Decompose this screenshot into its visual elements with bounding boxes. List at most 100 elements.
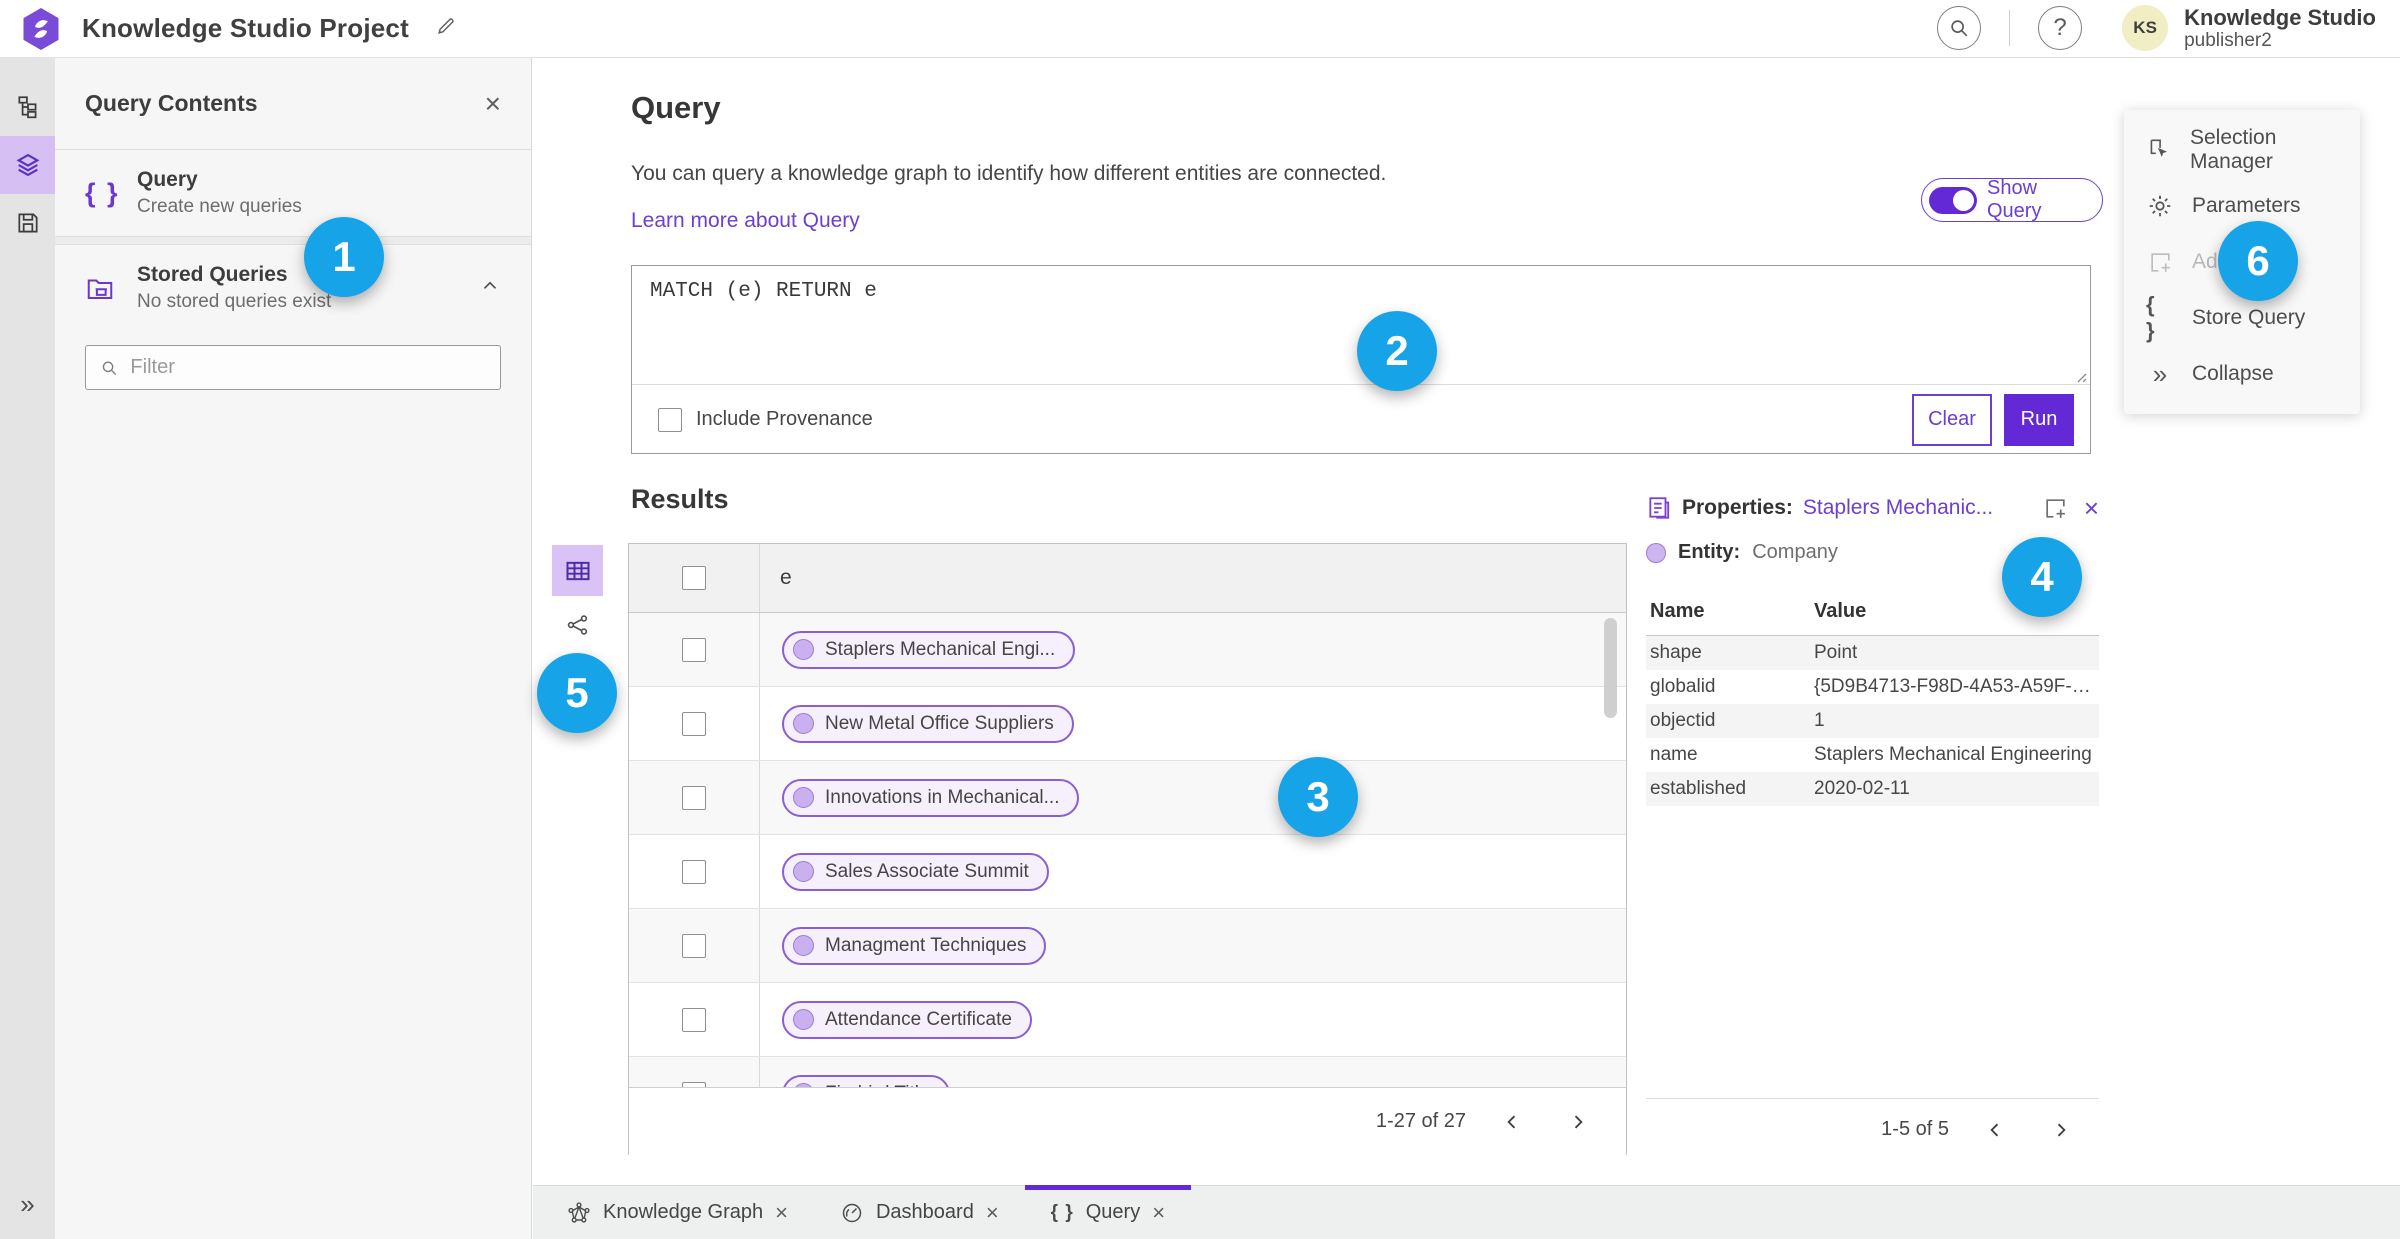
property-name: name — [1650, 744, 1698, 765]
properties-table: Name Value shape Point globalid {5D9B471… — [1646, 600, 2099, 806]
entity-dot-icon — [793, 787, 814, 808]
user-role: publisher2 — [2184, 30, 2272, 52]
clear-button[interactable]: Clear — [1912, 393, 1992, 446]
table-row[interactable]: Firebird Title — [629, 1057, 1626, 1087]
close-tab-icon[interactable]: × — [986, 1201, 999, 1224]
properties-prev-page-button[interactable] — [1975, 1110, 2015, 1150]
select-all-checkbox[interactable] — [682, 566, 706, 590]
close-properties-icon[interactable]: × — [2084, 495, 2099, 521]
collapse-icon: » — [2152, 359, 2168, 389]
search-icon — [1951, 20, 1968, 37]
row-checkbox[interactable] — [682, 711, 706, 736]
user-info: Knowledge Studio publisher2 — [2184, 5, 2376, 52]
edit-title-icon[interactable] — [435, 15, 457, 42]
results-table-header: e — [629, 544, 1626, 613]
properties-label: Properties: — [1682, 496, 1793, 519]
knowledge-graph-icon — [568, 1201, 590, 1223]
tab-knowledge-graph[interactable]: Knowledge Graph × — [541, 1186, 814, 1239]
graph-view-button[interactable] — [552, 596, 603, 654]
table-row[interactable]: Attendance Certificate — [629, 983, 1626, 1057]
properties-next-page-button[interactable] — [2041, 1110, 2081, 1150]
property-name: globalid — [1650, 676, 1716, 697]
knowledge-studio-logo-icon — [23, 7, 59, 50]
results-column-header: e — [780, 566, 792, 589]
property-value: 1 — [1814, 710, 1825, 731]
rail-item-layers[interactable] — [0, 136, 55, 194]
entity-pill[interactable]: Sales Associate Summit — [782, 852, 1049, 891]
close-panel-icon[interactable]: × — [485, 89, 501, 118]
app-header: Knowledge Studio Project ? KS Knowledge … — [0, 0, 2400, 58]
include-provenance-checkbox[interactable] — [658, 407, 682, 432]
learn-more-link[interactable]: Learn more about Query — [631, 209, 860, 233]
entity-pill[interactable]: Firebird Title — [782, 1074, 950, 1088]
row-checkbox[interactable] — [682, 859, 706, 884]
collapse-section-icon[interactable] — [479, 275, 501, 302]
entity-dot-icon — [793, 713, 814, 734]
run-button[interactable]: Run — [2004, 393, 2074, 446]
tab-dashboard[interactable]: Dashboard × — [814, 1186, 1025, 1239]
table-row[interactable]: Sales Associate Summit — [629, 835, 1626, 909]
entity-pill-label: Firebird Title — [825, 1083, 930, 1088]
add-selection-icon — [2150, 252, 2170, 272]
header-divider — [2009, 10, 2011, 47]
query-tool-item[interactable]: { } Query Create new queries — [55, 150, 531, 236]
property-value: 2020-02-11 — [1814, 778, 1910, 799]
property-row: established 2020-02-11 — [1646, 772, 2099, 806]
results-scrollbar-thumb[interactable] — [1604, 618, 1617, 718]
rail-item-hierarchy[interactable] — [0, 78, 55, 136]
expand-panel-icon[interactable]: » — [0, 1169, 55, 1239]
show-query-label: Show Query — [1987, 177, 2042, 222]
entity-pill[interactable]: Innovations in Mechanical... — [782, 778, 1080, 817]
results-next-page-button[interactable] — [1558, 1102, 1598, 1142]
filter-search-icon — [102, 361, 117, 375]
properties-header: Properties: Staplers Mechanic... × — [1646, 495, 2099, 521]
entity-pill[interactable]: New Metal Office Suppliers — [782, 704, 1074, 743]
left-rail: » — [0, 58, 55, 1239]
row-checkbox[interactable] — [682, 637, 706, 662]
user-name: Knowledge Studio — [2184, 4, 2376, 30]
filter-input[interactable] — [130, 356, 486, 379]
query-item-label: Query — [137, 168, 198, 191]
table-row[interactable]: Innovations in Mechanical... — [629, 761, 1626, 835]
row-checkbox[interactable] — [682, 1081, 706, 1087]
show-query-toggle[interactable]: Show Query — [1921, 177, 2103, 222]
row-checkbox[interactable] — [682, 933, 706, 958]
menu-item-selection-manager[interactable]: Selection Manager — [2124, 122, 2360, 178]
main-content: Query You can query a knowledge graph to… — [533, 58, 2400, 1185]
entity-type-dot-icon — [1646, 542, 1666, 563]
property-name: established — [1650, 778, 1747, 799]
help-button[interactable]: ? — [2038, 6, 2083, 51]
header-actions: ? KS Knowledge Studio publisher2 — [1937, 5, 2376, 52]
chevron-left-icon — [1990, 1123, 1999, 1136]
table-row[interactable]: Staplers Mechanical Engi... — [629, 613, 1626, 687]
close-tab-icon[interactable]: × — [1152, 1201, 1165, 1224]
row-checkbox[interactable] — [682, 1007, 706, 1032]
query-item-sublabel: Create new queries — [137, 196, 302, 217]
entity-pill[interactable]: Attendance Certificate — [782, 1000, 1032, 1039]
entity-pill[interactable]: Managment Techniques — [782, 926, 1047, 965]
table-row[interactable]: New Metal Office Suppliers — [629, 687, 1626, 761]
add-selection-icon[interactable] — [2043, 496, 2068, 521]
query-contents-title: Query Contents — [85, 90, 258, 116]
search-button[interactable] — [1937, 6, 1982, 51]
results-pagination: 1-27 of 27 — [629, 1087, 1626, 1155]
row-checkbox[interactable] — [682, 785, 706, 810]
chevron-right-icon — [2057, 1123, 2066, 1136]
rail-item-save[interactable] — [0, 194, 55, 252]
properties-entity-link[interactable]: Staplers Mechanic... — [1803, 496, 1993, 520]
results-title: Results — [631, 484, 729, 514]
entity-pill[interactable]: Staplers Mechanical Engi... — [782, 630, 1076, 669]
property-value: {5D9B4713-F98D-4A53-A59F-C11... — [1814, 676, 2099, 697]
table-view-button[interactable] — [552, 545, 603, 596]
graph-icon — [567, 615, 587, 635]
tab-query[interactable]: { } Query × — [1024, 1185, 1192, 1239]
menu-item-collapse[interactable]: » Collapse — [2124, 346, 2360, 402]
avatar[interactable]: KS — [2122, 5, 2169, 52]
results-prev-page-button[interactable] — [1492, 1102, 1532, 1142]
menu-item-store-query[interactable]: { } Store Query — [2124, 290, 2360, 346]
menu-item-label: Parameters — [2192, 194, 2301, 217]
close-tab-icon[interactable]: × — [775, 1201, 788, 1224]
table-row[interactable]: Managment Techniques — [629, 909, 1626, 983]
stored-queries-item[interactable]: Stored Queries No stored queries exist — [55, 245, 531, 331]
annotation-badge-1: 1 — [304, 217, 384, 297]
